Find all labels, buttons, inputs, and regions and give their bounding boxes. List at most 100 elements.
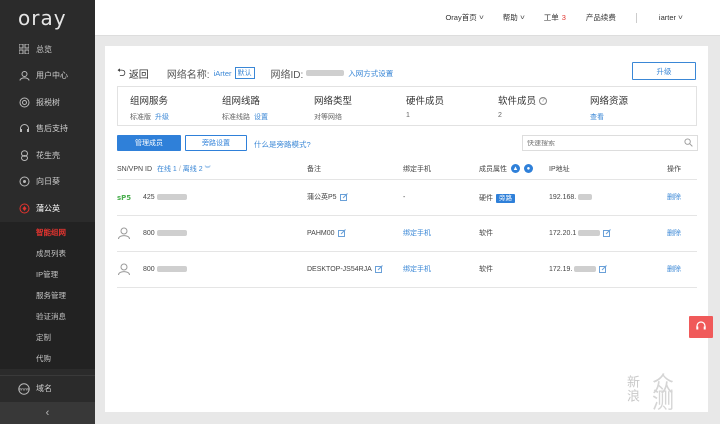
info-network-resources: 网络资源 查看 [590,96,629,121]
sidebar-item-label: 售后支持 [36,124,68,134]
edit-icon[interactable] [599,265,608,273]
tickets-link[interactable]: 工单 3 [544,12,566,23]
chevron-down-icon[interactable]: ︾ [205,167,211,173]
sidebar-subitem-custom[interactable]: 定制 [0,326,95,348]
manage-members-button[interactable]: 管理成员 [117,135,181,151]
sidebar-item-domain[interactable]: www 域名 [0,375,95,401]
id-redacted [156,230,187,236]
upgrade-button[interactable]: 升级 [632,62,696,80]
sidebar-item-user-center[interactable]: 用户中心 [0,63,95,90]
tickets-count-badge: 3 [561,13,566,22]
sidebar-item-peanut[interactable]: 花生壳 [0,142,95,169]
device-ip: 172.20.1 [549,229,577,237]
delete-link[interactable]: 删除 [667,194,681,201]
top-bar: Oray首页 v 帮助 v 工单 3 产品续费 iarter v [95,0,720,36]
sidebar-item-overview[interactable]: 总览 [0,36,95,63]
ip-redacted [578,230,601,236]
member-attr: 硬件 [479,194,493,202]
device-phone: - [403,179,479,216]
table-row: 800 PAHM00 绑定手机 软件 172.20.1 删除 [117,215,697,252]
software-filter-icon[interactable]: ● [523,164,533,174]
edit-icon[interactable] [339,193,348,202]
sidebar-subitem-members[interactable]: 成员列表 [0,242,95,264]
sidebar-item-label: 蒲公英 [36,203,60,213]
user-icon [117,263,139,275]
device-id: 800 [143,265,155,273]
network-name-value[interactable]: iArter [214,69,232,78]
bypass-help-link[interactable]: 什么是旁路模式? [254,139,311,150]
service-upgrade-link[interactable]: 升级 [155,114,169,121]
line-settings-link[interactable]: 设置 [254,114,268,121]
sidebar-subitem-service[interactable]: 服务管理 [0,284,95,306]
bypass-settings-button[interactable]: 旁路设置 [185,135,247,151]
col-phone: 绑定手机 [403,159,479,180]
sidebar-subitem-verify[interactable]: 验证消息 [0,305,95,327]
info-hardware-members: 硬件成员 1 [406,96,445,119]
network-id-redacted [306,70,345,76]
customer-service-button[interactable] [689,316,713,338]
device-ip: 192.168. [549,193,577,201]
join-method-link[interactable]: 入网方式设置 [348,68,393,79]
www-icon: www [18,382,30,395]
offline-filter[interactable]: 离线 2 [183,166,203,173]
user-icon [117,227,139,239]
bind-phone-link[interactable]: 绑定手机 [403,230,431,237]
svg-text:sP5: sP5 [117,194,131,202]
sidebar-item-dandelion[interactable]: 蒲公英 [0,195,95,222]
delete-link[interactable]: 删除 [667,230,681,237]
sidebar-subitem-ip[interactable]: IP管理 [0,263,95,285]
hardware-filter-icon[interactable]: ▲ [510,164,520,174]
oray-home-menu[interactable]: Oray首页 v [445,12,484,23]
view-resources-link[interactable]: 查看 [590,114,604,121]
router-icon: sP5 [117,192,139,202]
dandelion-icon [18,202,30,214]
sidebar-item-tax[interactable]: 报税树 [0,89,95,116]
sidebar: oray 总览 用户中心 报税树 售后支持 花生壳 向日葵 蒲公英 智能组网 成… [0,0,95,424]
network-header: ⮌ 返回 网络名称: iArter 默认 网络ID: 入网方式设置 [117,64,697,83]
chevron-down-icon: v [479,14,484,21]
col-attr: 成员属性 ▲ ● [479,159,549,180]
oray-logo[interactable]: oray [0,0,95,36]
sidebar-item-label: 用户中心 [36,71,68,81]
device-note: 蒲公英P5 [307,194,337,201]
sidebar-item-sunflower[interactable]: 向日葵 [0,169,95,196]
online-filter[interactable]: 在线 1 [157,166,177,173]
id-redacted [156,194,187,200]
help-menu[interactable]: 帮助 v [503,12,525,23]
user-icon [18,70,30,82]
headset-icon [18,123,30,135]
col-ip: IP地址 [549,159,667,180]
member-attr: 软件 [479,266,493,273]
bind-phone-link[interactable]: 绑定手机 [403,266,431,273]
info-line: 组网线路 标准线路 设置 [222,96,268,121]
delete-link[interactable]: 删除 [667,266,681,273]
edit-icon[interactable] [374,265,383,273]
back-button[interactable]: ⮌ 返回 [117,64,149,83]
edit-icon[interactable] [603,229,612,237]
network-name-label: 网络名称: [166,69,210,81]
search-icon[interactable] [684,137,693,149]
sidebar-item-support[interactable]: 售后支持 [0,116,95,143]
sunflower-icon [18,176,30,188]
collapse-sidebar-button[interactable]: ‹ [0,402,95,424]
sidebar-subitem-purchase[interactable]: 代购 [0,347,95,369]
edit-icon[interactable] [337,229,346,237]
return-arrow-icon: ⮌ [117,66,126,79]
renewal-link[interactable]: 产品续费 [586,12,616,23]
grid-icon [18,43,30,55]
network-card: ⮌ 返回 网络名称: iArter 默认 网络ID: 入网方式设置 升级 组网服… [105,46,708,412]
sidebar-item-label: 域名 [36,384,52,393]
watermark: 新浪 众测 [625,372,676,413]
device-id: 800 [143,229,155,237]
table-row: 800 DESKTOP-JS54RJA 绑定手机 软件 172.19. 删除 [117,251,697,288]
user-menu[interactable]: iarter v [659,13,683,22]
ip-redacted [578,193,593,200]
sidebar-item-label: 总览 [36,44,52,54]
network-id-label: 网络ID: [270,69,304,81]
sidebar-item-label: 报税树 [36,97,60,107]
help-icon[interactable]: ? [539,97,548,106]
device-id: 425 [143,193,155,201]
search-input[interactable] [527,139,684,147]
bypass-badge: 旁路 [496,193,515,203]
sidebar-subitem-smart-network[interactable]: 智能组网 [0,221,95,243]
